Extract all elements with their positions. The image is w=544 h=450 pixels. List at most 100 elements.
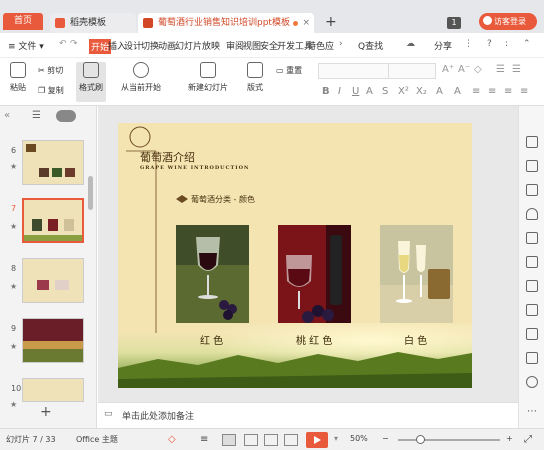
copy-button[interactable]: ❐ 复制 <box>38 85 64 96</box>
bullets-icon[interactable]: ☰ <box>496 64 505 75</box>
animation-star-icon: ★ <box>10 342 18 351</box>
slide-thumbnail[interactable] <box>22 378 84 402</box>
tab-docer[interactable]: 稻壳模板 <box>50 13 136 33</box>
notes-toggle-icon[interactable]: ≡ <box>200 434 208 445</box>
tab-animation[interactable]: 动画 <box>158 39 176 52</box>
new-tab-button[interactable]: + <box>325 14 337 30</box>
menu-more-icon[interactable]: › <box>339 39 343 49</box>
animation-pane-icon[interactable] <box>526 160 538 172</box>
select-icon[interactable] <box>526 328 538 340</box>
rose-wine-photo <box>278 225 351 323</box>
align-left-icon[interactable]: ≡ <box>472 86 480 97</box>
align-center-icon[interactable]: ≡ <box>488 86 496 97</box>
design-icon[interactable] <box>526 232 538 244</box>
collapse-panel-icon[interactable]: « <box>4 110 10 121</box>
tab-features[interactable]: 特色应 <box>307 39 335 52</box>
strikethrough-icon[interactable]: S <box>382 86 388 97</box>
backup-icon[interactable] <box>526 352 538 364</box>
font-color-icon[interactable]: A <box>366 86 373 97</box>
copy-label: 复制 <box>47 86 64 95</box>
thumbnail-9-preview <box>23 341 83 362</box>
tab-home[interactable]: 首页 <box>3 13 43 30</box>
tab-slideshow[interactable]: 幻灯片放映 <box>175 39 220 52</box>
align-right-icon[interactable]: ≡ <box>504 86 512 97</box>
more-tools-icon[interactable]: ⋯ <box>527 406 537 417</box>
tab-view[interactable]: 视图 <box>243 39 261 52</box>
cut-button[interactable]: ✂ 剪切 <box>38 65 63 76</box>
slide-thumbnail-selected[interactable] <box>22 198 84 243</box>
thumbnail-scrollbar[interactable] <box>88 176 93 210</box>
notes-bar[interactable]: ▭ 单击此处添加备注 <box>98 402 518 426</box>
visitor-login-button[interactable]: 访客登录 <box>479 13 537 30</box>
bold-icon[interactable]: B <box>322 86 330 97</box>
adjust-icon[interactable] <box>526 280 538 292</box>
settings-icon[interactable]: : <box>505 39 508 49</box>
file-menu[interactable]: ≡ 文件 ▾ <box>8 39 44 52</box>
underline-icon[interactable]: U <box>352 86 359 97</box>
normal-view-icon[interactable] <box>222 434 236 446</box>
italic-icon[interactable]: I <box>338 86 341 97</box>
subscript-icon[interactable]: X₂ <box>416 86 427 97</box>
slide-thumbnail[interactable] <box>22 140 84 185</box>
format-painter-button[interactable]: 格式刷 <box>76 62 106 102</box>
shape-icon[interactable] <box>526 208 538 220</box>
slideshow-play-button[interactable] <box>306 432 328 448</box>
char-spacing-icon[interactable]: A <box>454 86 461 97</box>
numbering-icon[interactable]: ☰ <box>512 64 521 75</box>
collapse-ribbon-icon[interactable]: ⌃ <box>523 39 531 49</box>
reading-view-icon[interactable] <box>264 434 278 446</box>
thumbnail-view-toggle[interactable] <box>56 110 76 122</box>
zoom-in-button[interactable]: + <box>506 434 513 443</box>
tab-review[interactable]: 审阅 <box>226 39 244 52</box>
more-icon[interactable]: ⋮ <box>464 39 473 49</box>
cloud-icon[interactable]: ☁ <box>406 39 415 49</box>
reset-button[interactable]: ▭ 重置 <box>276 65 302 76</box>
slide-thumbnail[interactable] <box>22 258 84 303</box>
zoom-out-button[interactable]: − <box>382 434 389 443</box>
paste-button[interactable]: 粘贴 <box>6 62 30 93</box>
play-from-current-button[interactable]: 从当前开始 <box>118 62 164 93</box>
share-button[interactable]: 分享 <box>434 39 452 52</box>
tab-design[interactable]: 设计 <box>124 39 142 52</box>
presenter-view-icon[interactable] <box>284 434 298 446</box>
red-wine-photo <box>176 225 249 323</box>
grow-font-icon[interactable]: A⁺ <box>442 64 454 75</box>
outline-view-icon[interactable]: ☰ <box>32 110 41 121</box>
tab-security[interactable]: 安全 <box>260 39 278 52</box>
sorter-view-icon[interactable] <box>244 434 258 446</box>
window-count-badge[interactable]: 1 <box>447 17 461 29</box>
slide-7[interactable]: 葡萄酒介绍 GRAPE WINE INTRODUCTION 葡萄酒分类 - 颜色… <box>118 123 472 388</box>
thumbnail-7-preview <box>24 219 82 241</box>
transition-icon[interactable] <box>526 184 538 196</box>
ai-icon[interactable] <box>526 376 538 388</box>
search-button[interactable]: Q查找 <box>358 39 383 52</box>
new-slide-icon <box>200 62 216 78</box>
zoom-slider-handle[interactable] <box>416 435 425 444</box>
zoom-slider-track[interactable] <box>398 439 500 441</box>
slide-thumbnail[interactable] <box>22 318 84 363</box>
layout-button[interactable]: 版式 <box>242 62 268 93</box>
tab-transition[interactable]: 切换 <box>141 39 159 52</box>
smart-beautify-icon[interactable]: ◇ <box>168 434 176 445</box>
picture-icon[interactable] <box>526 304 538 316</box>
fit-window-icon[interactable]: ⤢ <box>524 434 532 445</box>
justify-icon[interactable]: ≡ <box>520 86 528 97</box>
tab-document[interactable]: 葡萄酒行业销售知识培训ppt模板 × <box>138 13 314 33</box>
add-slide-icon[interactable]: + <box>40 404 52 420</box>
redo-icon[interactable]: ↷ <box>70 39 78 49</box>
undo-icon[interactable]: ↶ <box>59 39 67 49</box>
notes-icon: ▭ <box>104 409 113 419</box>
theme-name[interactable]: Office 主题 <box>76 434 118 445</box>
close-tab-icon[interactable]: × <box>302 13 310 33</box>
font-size-select[interactable] <box>388 63 436 79</box>
chart-icon[interactable] <box>526 256 538 268</box>
new-slide-button[interactable]: 新建幻灯片 <box>184 62 232 93</box>
properties-icon[interactable] <box>526 136 538 148</box>
zoom-level[interactable]: 50% <box>350 434 368 443</box>
clear-format-icon[interactable]: ◇ <box>474 64 482 75</box>
superscript-icon[interactable]: X² <box>398 86 409 97</box>
text-shadow-icon[interactable]: A <box>436 86 443 97</box>
slideshow-options-icon[interactable]: ▾ <box>334 434 338 443</box>
shrink-font-icon[interactable]: A⁻ <box>458 64 470 75</box>
help-icon[interactable]: ? <box>487 39 492 49</box>
